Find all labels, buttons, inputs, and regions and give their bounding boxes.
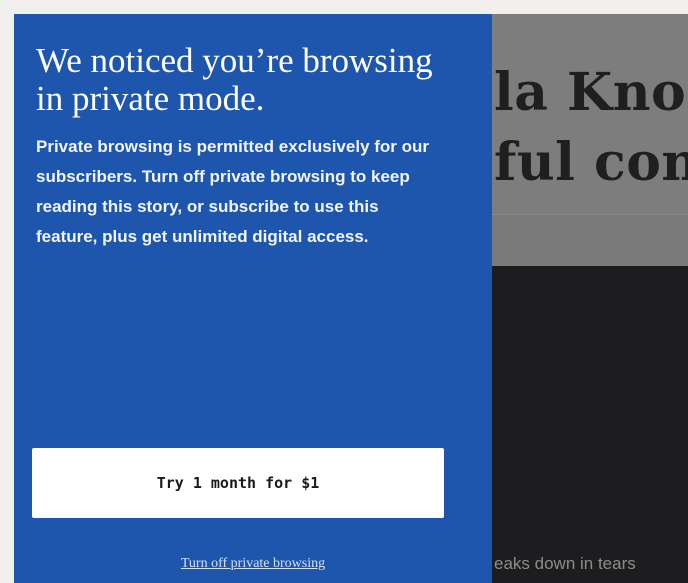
video-caption: eaks down in tears [494,554,636,573]
turn-off-private-browsing-link[interactable]: Turn off private browsing [14,556,492,572]
modal-title: We noticed you’re browsing in private mo… [36,41,433,118]
modal-body-text: Private browsing is permitted exclusivel… [36,137,430,246]
article-headline-line-2: ful con [494,132,688,193]
subscribe-trial-button[interactable]: Try 1 month for $1 [32,448,444,518]
article-headline-line-1: la Kno [494,62,687,123]
private-mode-modal: We noticed you’re browsing in private mo… [14,14,492,583]
